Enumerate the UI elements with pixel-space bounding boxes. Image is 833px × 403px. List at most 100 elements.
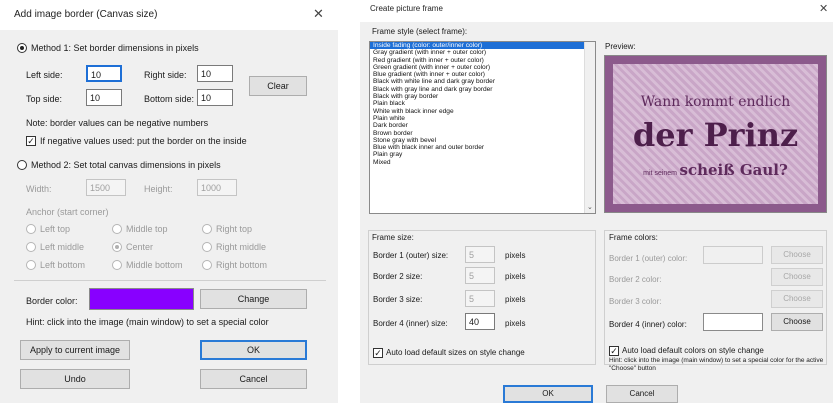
frame-style-item[interactable]: Inside fading (color: outer/inner color): [370, 42, 595, 50]
top-side-label: Top side:: [26, 94, 63, 104]
frame-style-item[interactable]: Green gradient (with inner + outer color…: [370, 64, 595, 71]
close-icon[interactable]: ✕: [313, 6, 324, 22]
preview-line-1: Wann kommt endlich: [640, 94, 791, 110]
frame-size-label: Frame size:: [372, 233, 414, 242]
frame-style-item[interactable]: Blue with black inner and outer border: [370, 144, 595, 151]
anchor-left-top-label: Left top: [40, 224, 71, 234]
border1-unit: pixels: [505, 251, 526, 260]
change-color-button[interactable]: Change: [200, 289, 307, 309]
canvas-dialog-title: Add image border (Canvas size): [14, 9, 158, 20]
frame-style-item[interactable]: Plain white: [370, 115, 595, 122]
negative-inside-checkbox[interactable]: ✓: [26, 136, 36, 146]
left-side-label: Left side:: [26, 70, 63, 80]
auto-size-checkbox[interactable]: ✓: [373, 348, 383, 358]
frame-style-item[interactable]: Red gradient (with inner + outer color): [370, 57, 595, 64]
height-input[interactable]: 1000: [197, 179, 237, 196]
anchor-middle-bottom-label: Middle bottom: [126, 260, 183, 270]
frame-style-label: Frame style (select frame):: [372, 27, 468, 36]
width-input[interactable]: 1500: [86, 179, 126, 196]
frame-style-item[interactable]: White with black inner edge: [370, 108, 595, 115]
choose-color2-button[interactable]: Choose: [771, 268, 823, 286]
color-hint: Hint: click into the image (main window)…: [26, 317, 269, 327]
anchor-left-middle-label: Left middle: [40, 242, 85, 252]
color4-swatch[interactable]: [703, 313, 763, 331]
auto-color-checkbox[interactable]: ✓: [609, 346, 619, 356]
method1-radio[interactable]: [17, 43, 27, 53]
bottom-side-input[interactable]: 10: [197, 89, 233, 106]
anchor-left-bottom-label: Left bottom: [40, 260, 86, 270]
frame-color-hint: Hint: click into the image (main window)…: [609, 357, 824, 372]
preview-line-2: der Prinz: [632, 116, 799, 154]
frame-style-item[interactable]: Blue gradient (with inner + outer color): [370, 71, 595, 78]
scroll-down-arrow-icon[interactable]: ⌄: [587, 203, 593, 211]
choose-color3-button[interactable]: Choose: [771, 290, 823, 308]
anchor-right-bottom-label: Right bottom: [216, 260, 268, 270]
anchor-middle-bottom-radio[interactable]: [112, 260, 122, 270]
top-side-input[interactable]: 10: [86, 89, 122, 106]
left-side-input[interactable]: 10: [86, 65, 122, 82]
frame-style-item[interactable]: Black with white line and dark gray bord…: [370, 78, 595, 85]
choose-color1-button[interactable]: Choose: [771, 246, 823, 264]
border2-unit: pixels: [505, 272, 526, 281]
frame-dialog-title: Create picture frame: [370, 4, 443, 13]
clear-button[interactable]: Clear: [249, 76, 307, 96]
frame-cancel-button[interactable]: Cancel: [606, 385, 678, 403]
frame-style-item[interactable]: Gray gradient (with inner + outer color): [370, 49, 595, 56]
method1-label: Method 1: Set border dimensions in pixel…: [31, 43, 199, 53]
preview-label: Preview:: [605, 42, 636, 51]
border-color-label: Border color:: [26, 296, 78, 306]
right-side-label: Right side:: [144, 70, 187, 80]
border1-size-input[interactable]: 5: [465, 246, 495, 263]
border4-unit: pixels: [505, 319, 526, 328]
ok-button[interactable]: OK: [200, 340, 307, 360]
list-scrollbar[interactable]: ⌄: [584, 42, 595, 213]
frame-style-item[interactable]: Mixed: [370, 159, 595, 166]
frame-colors-label: Frame colors:: [609, 233, 658, 242]
anchor-label: Anchor (start corner): [26, 207, 109, 217]
anchor-right-top-label: Right top: [216, 224, 253, 234]
color2-label: Border 2 color:: [609, 275, 662, 284]
anchor-right-middle-radio[interactable]: [202, 242, 212, 252]
frame-style-item[interactable]: Dark border: [370, 122, 595, 129]
border2-size-input[interactable]: 5: [465, 267, 495, 284]
anchor-right-middle-label: Right middle: [216, 242, 267, 252]
preview-line-3: mit seinem scheiß Gaul?: [605, 161, 826, 179]
divider: [14, 280, 326, 281]
cancel-button[interactable]: Cancel: [200, 369, 307, 389]
frame-ok-button[interactable]: OK: [503, 385, 593, 403]
anchor-left-top-radio[interactable]: [26, 224, 36, 234]
border3-unit: pixels: [505, 295, 526, 304]
color1-label: Border 1 (outer) color:: [609, 254, 688, 263]
undo-button[interactable]: Undo: [20, 369, 130, 389]
border-color-swatch[interactable]: [89, 288, 194, 310]
frame-style-item[interactable]: Plain black: [370, 100, 595, 107]
apply-button[interactable]: Apply to current image: [20, 340, 130, 360]
width-label: Width:: [26, 184, 52, 194]
anchor-right-top-radio[interactable]: [202, 224, 212, 234]
anchor-center-radio[interactable]: [112, 242, 122, 252]
anchor-left-middle-radio[interactable]: [26, 242, 36, 252]
frame-style-list[interactable]: Inside fading (color: outer/inner color)…: [369, 41, 596, 214]
auto-color-label: Auto load default colors on style change: [622, 346, 764, 355]
color1-swatch: [703, 246, 763, 264]
frame-style-item[interactable]: Black with gray border: [370, 93, 595, 100]
frame-style-item[interactable]: Black with gray line and dark gray borde…: [370, 86, 595, 93]
frame-style-item[interactable]: Brown border: [370, 130, 595, 137]
close-icon[interactable]: ✕: [819, 2, 828, 15]
preview-line-3b: scheiß Gaul?: [679, 161, 788, 179]
border3-size-input[interactable]: 5: [465, 290, 495, 307]
border3-size-label: Border 3 size:: [373, 295, 423, 304]
anchor-middle-top-radio[interactable]: [112, 224, 122, 234]
anchor-left-bottom-radio[interactable]: [26, 260, 36, 270]
border4-size-label: Border 4 (inner) size:: [373, 319, 448, 328]
anchor-right-bottom-radio[interactable]: [202, 260, 212, 270]
choose-color4-button[interactable]: Choose: [771, 313, 823, 331]
preview-line-3a: mit seinem: [643, 170, 678, 177]
method2-radio[interactable]: [17, 160, 27, 170]
frame-style-item[interactable]: Plain gray: [370, 151, 595, 158]
border4-size-input[interactable]: 40: [465, 313, 495, 330]
right-side-input[interactable]: 10: [197, 65, 233, 82]
method2-label: Method 2: Set total canvas dimensions in…: [31, 160, 221, 170]
frame-style-item[interactable]: Stone gray with bevel: [370, 137, 595, 144]
anchor-center-label: Center: [126, 242, 154, 252]
